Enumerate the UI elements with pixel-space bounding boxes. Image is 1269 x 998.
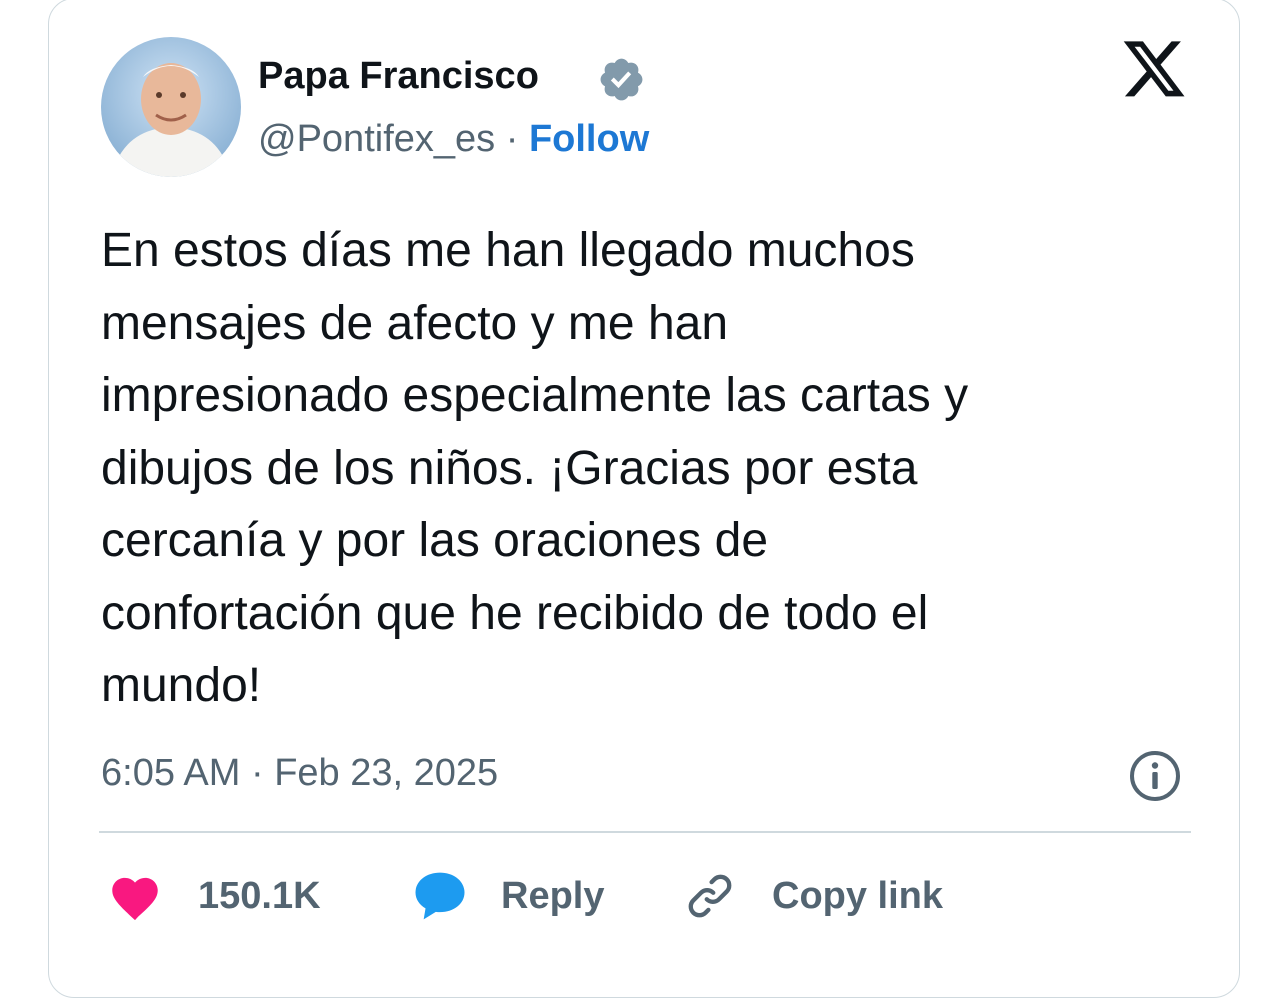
separator-dot: · (495, 118, 529, 160)
copy-link-button[interactable]: Copy link (684, 860, 943, 932)
verified-badge-icon (600, 58, 643, 101)
like-button[interactable]: 150.1K (107, 860, 321, 932)
follow-button[interactable]: Follow (529, 118, 649, 160)
speech-bubble-icon (415, 872, 465, 920)
reply-button[interactable]: Reply (412, 860, 604, 932)
avatar[interactable] (101, 37, 241, 177)
copy-link-label: Copy link (772, 874, 944, 917)
handle-row: @Pontifex_es · Follow (258, 117, 649, 161)
action-bar: 150.1K Reply Copy link (0, 860, 1269, 940)
link-icon (688, 874, 732, 918)
info-icon[interactable] (1128, 749, 1182, 803)
heart-icon (112, 877, 158, 921)
like-count: 150.1K (198, 874, 321, 917)
x-logo-icon[interactable] (1120, 40, 1188, 102)
author-handle[interactable]: @Pontifex_es (258, 118, 495, 160)
tweet-text: En estos días me han llegado muchos mens… (101, 224, 969, 712)
reply-label: Reply (501, 874, 605, 917)
tweet-timestamp[interactable]: 6:05 AM · Feb 23, 2025 (101, 749, 498, 797)
divider (99, 831, 1191, 833)
author-name[interactable]: Papa Francisco (258, 54, 539, 98)
